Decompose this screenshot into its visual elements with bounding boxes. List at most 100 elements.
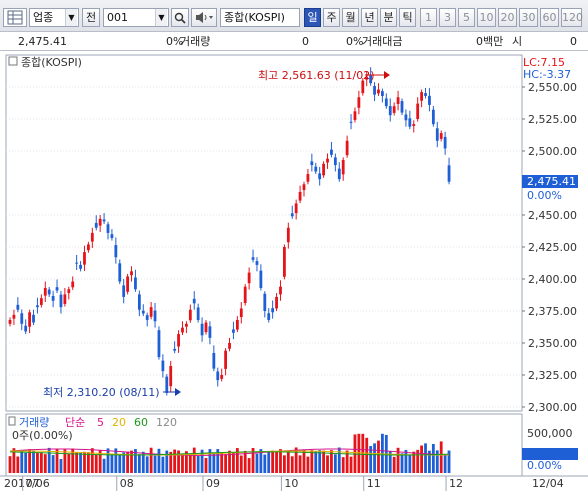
period-tab-0[interactable]: 일	[304, 8, 321, 27]
price-tick-label: 2,450.00	[528, 209, 577, 222]
volume-bar	[55, 448, 59, 473]
volume-bar	[8, 456, 12, 473]
volume-bar	[118, 454, 122, 473]
interval-button-1[interactable]: 1	[420, 8, 437, 27]
ma-label: 단순	[65, 416, 85, 429]
volume-bar	[247, 458, 251, 473]
period-tab-3[interactable]: 년	[361, 8, 378, 27]
volume-bar	[365, 437, 369, 473]
volume-bar	[181, 454, 184, 473]
date-tick-label: 11	[367, 477, 381, 490]
grid-icon[interactable]	[3, 8, 27, 27]
market-select[interactable]: 업종 ▼	[29, 8, 79, 27]
interval-button-3[interactable]: 3	[439, 8, 456, 27]
volume-bar	[122, 452, 126, 473]
interval-button-120[interactable]: 120	[561, 8, 583, 27]
price-tick-label: 2,350.00	[528, 337, 577, 350]
volume-bar	[239, 455, 243, 473]
volume-bar	[349, 456, 353, 473]
volume-bar	[36, 452, 39, 473]
volume-bar	[79, 453, 82, 473]
chart-area[interactable]: 2,550.00 2,525.00 2,500.00 2,450.00 2,425.00…	[0, 51, 588, 491]
search-icon	[174, 12, 186, 24]
volume-bar	[322, 450, 325, 473]
index-name-field: 종합(KOSPI)	[220, 8, 300, 27]
interval-button-5[interactable]: 5	[458, 8, 475, 27]
volume-bar	[32, 450, 35, 473]
volume-bar	[67, 453, 71, 473]
volume-bar	[318, 450, 322, 473]
volume-bar	[306, 456, 310, 473]
volume-bar	[102, 458, 106, 473]
price-tick-label: 2,525.00	[528, 113, 577, 126]
search-button[interactable]	[171, 8, 189, 27]
volume-bar	[404, 449, 408, 473]
interval-button-30[interactable]: 30	[519, 8, 538, 27]
period-tab-1[interactable]: 주	[323, 8, 340, 27]
volume-bar	[110, 454, 114, 473]
date-tick-label: 12	[449, 477, 463, 490]
unit-value: 0	[570, 35, 577, 48]
volume-bar	[400, 453, 404, 473]
candlestick-chart[interactable]: 2,550.00 2,525.00 2,500.00 2,450.00 2,425.00…	[0, 51, 588, 491]
volume-bar	[290, 456, 294, 473]
sound-button[interactable]	[191, 8, 217, 27]
volume-bar	[94, 454, 98, 473]
volume-bar	[43, 454, 47, 473]
volume-zero-tag	[522, 448, 578, 460]
price-tick-label: 2,550.00	[528, 81, 577, 94]
volume-bar	[337, 447, 341, 473]
amount-percent: 0%	[346, 35, 364, 48]
volume-bar	[435, 450, 439, 473]
price-tick-label: 2,425.00	[528, 241, 577, 254]
date-tick-label: 12/04	[532, 477, 564, 490]
period-tab-5[interactable]: 틱	[399, 8, 416, 27]
volume-bar	[267, 452, 271, 473]
volume-bar	[161, 456, 165, 473]
date-tick-label: 10	[284, 477, 298, 490]
volume-bar	[130, 450, 133, 473]
amount-label: 거래대금	[362, 35, 403, 48]
volume-bar	[443, 455, 447, 473]
ma-period-20: 20	[112, 416, 126, 429]
price-tick-label: 2,300.00	[528, 401, 577, 414]
candle	[283, 244, 286, 280]
volume-bar	[263, 454, 267, 473]
volume-bar	[157, 448, 161, 473]
interval-button-60[interactable]: 60	[540, 8, 559, 27]
volume-bar	[424, 443, 427, 473]
volume-bar	[106, 448, 110, 473]
prev-button[interactable]: 전	[82, 8, 100, 27]
period-tab-2[interactable]: 월	[342, 8, 359, 27]
interval-button-10[interactable]: 10	[477, 8, 496, 27]
volume-bar	[298, 455, 302, 473]
period-tab-4[interactable]: 분	[380, 8, 397, 27]
volume-bar	[271, 450, 275, 473]
volume-bar	[59, 459, 63, 473]
volume-bar	[224, 454, 227, 473]
price-tick-label: 2,500.00	[528, 145, 577, 158]
market-select-value: 업종	[33, 11, 54, 24]
ma-period-60: 60	[134, 416, 148, 429]
volume-bar	[326, 455, 329, 473]
code-input[interactable]: 001 ▼	[103, 8, 169, 27]
price-tick-label: 2,400.00	[528, 273, 577, 286]
volume-bar	[232, 452, 235, 473]
date-axis: 2017/0607 08 09 10 11 12 12/04	[0, 475, 588, 491]
volume-legend-label: 거래량	[19, 416, 49, 429]
volume-bar	[377, 440, 380, 473]
interval-button-20[interactable]: 20	[498, 8, 517, 27]
volume-bar	[173, 449, 177, 473]
volume-bar	[408, 454, 412, 473]
date-tick-label: 07	[26, 477, 40, 490]
volume-bar	[439, 441, 443, 473]
volume-bar	[145, 456, 149, 473]
volume-bar	[310, 450, 314, 473]
current-pct-tag: 0.00%	[527, 189, 562, 202]
volume-bar	[196, 456, 200, 473]
volume-label: 거래량	[180, 35, 211, 48]
volume-bar	[20, 451, 24, 473]
volume-bar	[192, 447, 196, 473]
volume-bar	[16, 456, 20, 473]
amount-value: 0백만	[476, 35, 504, 48]
